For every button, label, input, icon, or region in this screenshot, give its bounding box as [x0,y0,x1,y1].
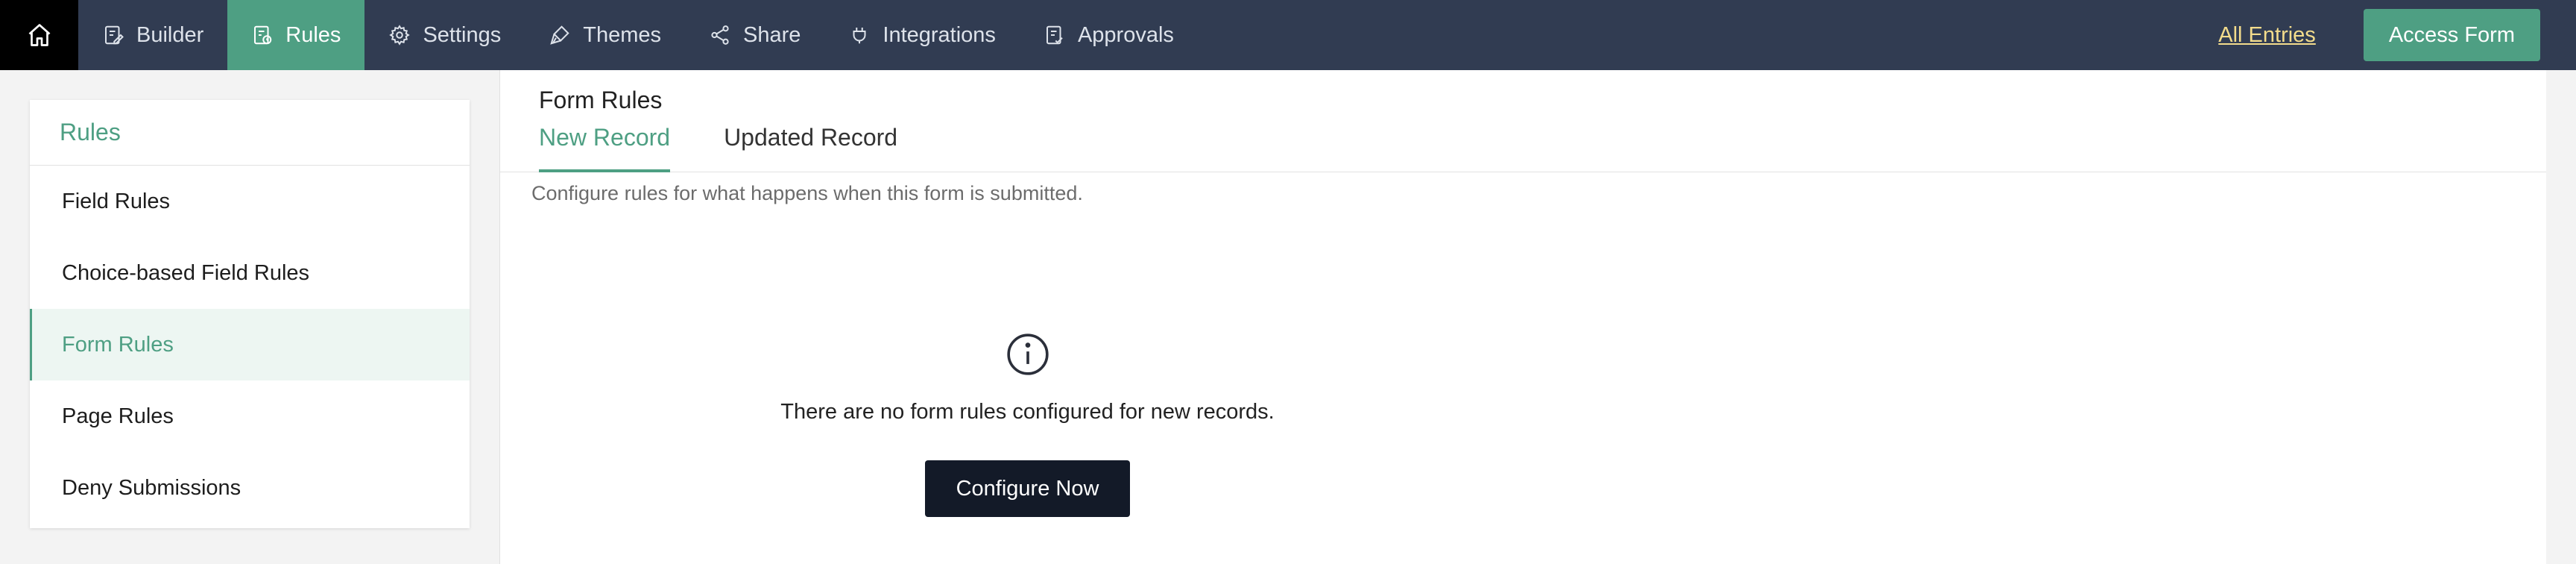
sidebar-item-form-rules[interactable]: Form Rules [30,309,470,380]
nav-approvals[interactable]: Approvals [1020,0,1198,70]
nav-themes[interactable]: Themes [525,0,685,70]
access-form-button[interactable]: Access Form [2363,9,2540,61]
builder-icon [105,25,124,45]
nav-settings[interactable]: Settings [364,0,525,70]
top-navigation-bar: Builder Rules Settings Themes Share Inte… [0,0,2576,70]
top-right-actions: All Entries Access Form [2218,9,2576,61]
all-entries-link[interactable]: All Entries [2218,23,2316,48]
info-icon [1006,333,1049,375]
share-icon [711,25,729,45]
page-title: Form Rules [539,87,663,113]
plug-icon [853,28,866,44]
approvals-icon [1046,25,1063,45]
nav-integrations-label: Integrations [883,22,996,47]
empty-state-message: There are no form rules configured for n… [780,400,1275,424]
nav-builder-label: Builder [136,22,204,47]
sidebar-title: Rules [30,100,470,166]
nav-builder[interactable]: Builder [78,0,227,70]
configure-now-button[interactable]: Configure Now [924,460,1131,517]
nav-share-label: Share [743,22,801,47]
gear-icon [389,25,411,46]
empty-state: There are no form rules configured for n… [500,331,1555,517]
nav-settings-label: Settings [423,22,502,47]
brush-icon [550,25,569,45]
tab-updated-record[interactable]: Updated Record [724,124,897,172]
nav-share[interactable]: Share [685,0,824,70]
sidebar-item-field-rules[interactable]: Field Rules [30,166,470,237]
tab-new-record[interactable]: New Record [539,124,671,172]
home-button[interactable] [0,0,78,70]
nav-themes-label: Themes [583,22,661,47]
main-panel: Form Rules New Record Updated Record Con… [499,70,2546,564]
record-tabs: New Record Updated Record [539,124,897,172]
nav-rules[interactable]: Rules [227,0,365,70]
sidebar-item-deny-submissions[interactable]: Deny Submissions [30,452,470,524]
nav-integrations[interactable]: Integrations [824,0,1020,70]
nav-rules-label: Rules [285,22,341,47]
main-header: Form Rules New Record Updated Record [500,70,2546,172]
sidebar-item-choice-based-field-rules[interactable]: Choice-based Field Rules [30,237,470,309]
rules-description: Configure rules for what happens when th… [531,182,1083,204]
home-icon [28,24,50,46]
sidebar-item-page-rules[interactable]: Page Rules [30,380,470,452]
rules-icon [254,25,272,45]
rules-sidebar: Rules Field Rules Choice-based Field Rul… [30,100,470,528]
nav-approvals-label: Approvals [1077,22,1174,47]
